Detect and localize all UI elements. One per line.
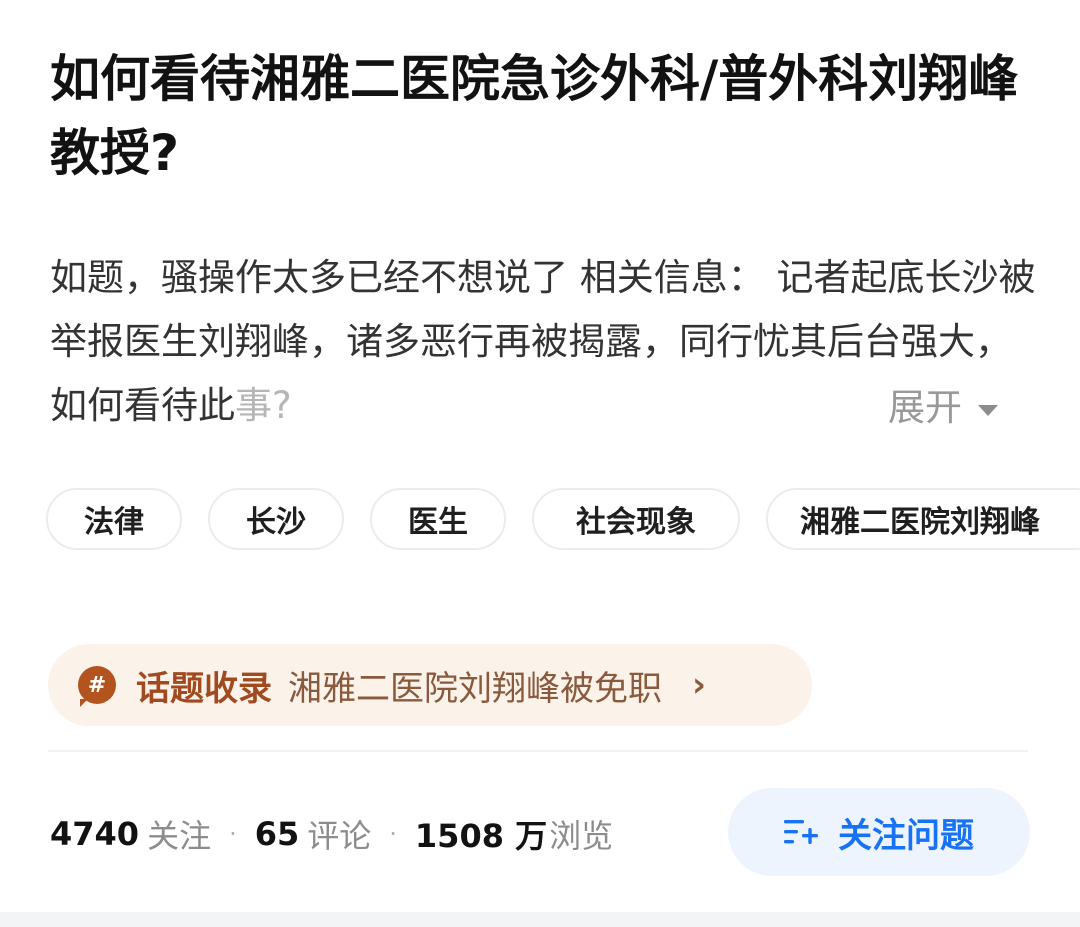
topic-hash-icon: # (78, 666, 116, 707)
comments-count: 65 (254, 815, 300, 853)
caret-down-icon (978, 404, 998, 416)
expand-label: 展开 (888, 386, 962, 429)
description-fade-text: 事? (235, 384, 292, 427)
separator-dot: · (389, 820, 397, 848)
comments-label[interactable]: 评论 (307, 811, 371, 857)
topic-label: 话题收录 (136, 668, 272, 709)
followers-label: 关注 (147, 817, 212, 855)
follow-list-plus-icon (784, 820, 818, 844)
question-stats: 4740 关注 · 65 评论 · 1508 万 浏览 (50, 806, 613, 862)
separator-dot: · (229, 820, 237, 848)
tag-law[interactable]: 法律 (46, 488, 182, 550)
tag-changsha[interactable]: 长沙 (208, 488, 344, 550)
chevron-right-icon: › (692, 665, 707, 705)
follow-question-button[interactable]: 关注问题 (728, 788, 1030, 876)
followers-count: 4740 (50, 815, 140, 853)
tag-xiangya-liu[interactable]: 湘雅二医院刘翔峰 (766, 488, 1080, 550)
topic-collection-banner[interactable]: # 话题收录 湘雅二医院刘翔峰被免职 › (48, 644, 812, 726)
divider (48, 750, 1028, 752)
tag-doctor[interactable]: 医生 (370, 488, 506, 550)
tag-social-phenomenon[interactable]: 社会现象 (532, 488, 740, 550)
views-label: 浏览 (549, 817, 614, 855)
views-count: 1508 万 (414, 817, 548, 855)
topic-name: 湘雅二医院刘翔峰被免职 (288, 668, 662, 709)
expand-button[interactable]: 展开 (888, 376, 998, 440)
question-title: 如何看待湘雅二医院急诊外科/普外科刘翔峰教授? (50, 50, 1019, 182)
follow-question-label: 关注问题 (838, 815, 974, 856)
tag-list: 法律 长沙 医生 社会现象 湘雅二医院刘翔峰 (46, 488, 1080, 558)
bottom-divider-strip (0, 912, 1080, 927)
